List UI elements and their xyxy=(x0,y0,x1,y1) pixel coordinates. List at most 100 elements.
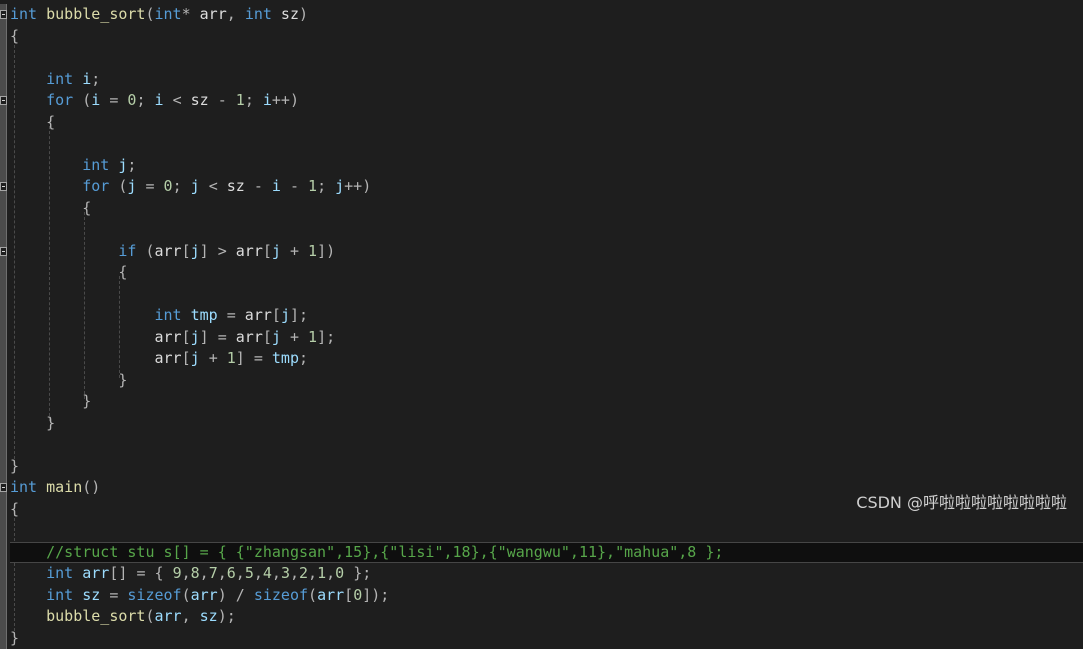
watermark: CSDN @呼啦啦啦啦啦啦啦啦 xyxy=(856,493,1067,512)
code-line[interactable]: int sz = sizeof(arr) / sizeof(arr[0]); xyxy=(10,585,1083,606)
collapse-toggle-icon[interactable] xyxy=(0,483,7,492)
code-token: arr xyxy=(154,607,182,625)
code-token: int xyxy=(10,478,38,496)
code-token: { xyxy=(154,564,164,582)
code-line[interactable]: bubble_sort(arr, sz); xyxy=(10,606,1083,627)
code-line[interactable] xyxy=(10,284,1083,305)
code-token: sz xyxy=(82,585,101,604)
code-line[interactable]: arr[j] = arr[j + 1]; xyxy=(10,327,1083,348)
code-token: * xyxy=(181,5,191,23)
code-token: - xyxy=(253,177,263,195)
code-token: ; xyxy=(172,177,182,195)
code-token: = xyxy=(226,306,236,324)
code-token: arr xyxy=(226,327,263,346)
code-line[interactable]: { xyxy=(10,112,1083,133)
code-line[interactable]: int bubble_sort(int* arr, int sz) xyxy=(10,4,1083,25)
code-line[interactable]: int i; xyxy=(10,69,1083,90)
code-token: - xyxy=(217,91,227,109)
code-token: , xyxy=(181,607,191,625)
code-token: , xyxy=(253,564,263,582)
code-token: [ xyxy=(271,306,281,324)
code-line[interactable]: { xyxy=(10,262,1083,283)
code-token: j xyxy=(335,177,345,195)
code-token: > xyxy=(217,241,227,260)
code-token: 8 xyxy=(190,564,200,582)
code-line[interactable] xyxy=(10,133,1083,154)
code-line[interactable]: } xyxy=(10,370,1083,391)
code-editor[interactable]: int bubble_sort(int* arr, int sz){ int i… xyxy=(0,0,1083,649)
code-token: { xyxy=(46,112,56,131)
code-line[interactable] xyxy=(10,47,1083,68)
code-line[interactable]: int arr[] = { 9,8,7,6,5,4,3,2,1,0 }; xyxy=(10,563,1083,584)
collapse-toggle-icon[interactable] xyxy=(0,10,7,19)
code-line[interactable]: } xyxy=(10,628,1083,649)
code-line[interactable]: arr[j + 1] = tmp; xyxy=(10,348,1083,369)
code-token: 3 xyxy=(280,564,290,582)
code-token: ( xyxy=(308,585,318,604)
code-line[interactable]: for (j = 0; j < sz - i - 1; j++) xyxy=(10,176,1083,197)
code-token: ) xyxy=(217,585,227,604)
code-line[interactable] xyxy=(10,520,1083,541)
collapse-toggle-icon[interactable] xyxy=(0,96,7,105)
code-token: [] xyxy=(109,564,128,582)
code-token: i xyxy=(154,91,164,109)
code-token: int xyxy=(46,564,74,582)
code-token: ]); xyxy=(362,585,390,604)
code-line[interactable]: { xyxy=(10,198,1083,219)
code-token: ); xyxy=(217,607,236,625)
code-token: arr xyxy=(235,306,272,324)
code-token: 1 xyxy=(308,327,318,346)
code-token: ; xyxy=(244,91,254,109)
outline-bar xyxy=(0,477,7,649)
code-line[interactable]: int j; xyxy=(10,155,1083,176)
code-line[interactable]: } xyxy=(10,413,1083,434)
code-token: [ xyxy=(181,349,191,367)
code-token: sz xyxy=(271,5,299,23)
code-token: } xyxy=(118,370,128,389)
code-token: 2 xyxy=(299,564,309,582)
code-token: , xyxy=(217,564,227,582)
code-line[interactable]: for (i = 0; i < sz - 1; i++) xyxy=(10,90,1083,111)
code-token: for xyxy=(46,91,74,109)
code-line[interactable] xyxy=(10,219,1083,240)
code-token: ++) xyxy=(271,91,299,109)
code-token: } xyxy=(82,392,92,410)
code-line[interactable]: { xyxy=(10,26,1083,47)
code-token: arr xyxy=(190,585,218,604)
code-line[interactable] xyxy=(10,434,1083,455)
code-line[interactable]: //struct stu s[] = { {"zhangsan",15},{"l… xyxy=(10,541,1083,563)
code-token: int xyxy=(46,585,74,604)
code-token: i xyxy=(271,177,281,195)
code-token: j xyxy=(190,177,200,195)
code-line[interactable]: } xyxy=(10,456,1083,477)
code-token: ( xyxy=(145,241,155,260)
code-token: = xyxy=(217,327,227,346)
code-token: arr xyxy=(82,564,110,582)
code-line[interactable]: if (arr[j] > arr[j + 1]) xyxy=(10,241,1083,262)
code-token: = xyxy=(109,585,119,604)
code-token: , xyxy=(326,564,336,582)
code-token: tmp xyxy=(190,306,218,324)
code-token: int xyxy=(154,306,182,324)
code-line[interactable]: } xyxy=(10,391,1083,412)
code-line[interactable]: int tmp = arr[j]; xyxy=(10,305,1083,326)
code-token: 1 xyxy=(317,564,327,582)
collapse-toggle-icon[interactable] xyxy=(0,182,7,191)
collapse-toggle-icon[interactable] xyxy=(0,246,7,256)
